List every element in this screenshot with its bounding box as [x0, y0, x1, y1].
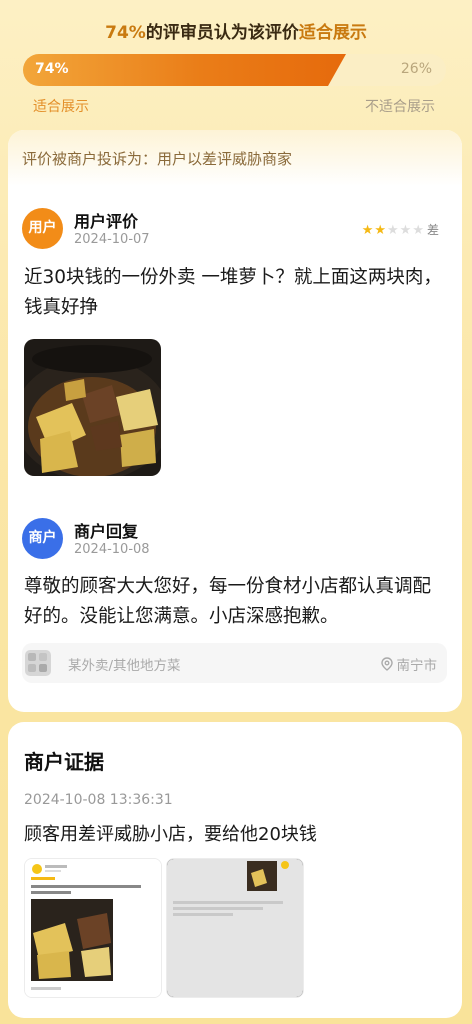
user-review-text: 近30块钱的一份外卖 一堆萝卜？就上面这两块肉，钱真好挣 — [24, 267, 442, 318]
shop-category: 某外卖/其他地方菜 — [68, 658, 181, 674]
screenshot-thumbnail-icon — [167, 859, 303, 997]
vote-right-pct: 26% — [400, 61, 432, 77]
vote-title-mid: 的评审员认为该评价 — [145, 23, 299, 43]
review-photo[interactable] — [24, 339, 161, 476]
star-icon: ★ — [399, 223, 413, 238]
star-icon: ★ — [361, 223, 375, 238]
evidence-card: 商户证据 2024-10-08 13:36:31 顾客用差评威胁小店，要给他20… — [8, 722, 462, 1018]
shop-location-text: 南宁市 — [396, 658, 438, 674]
star-icon: ★ — [387, 223, 400, 238]
shop-info-bar[interactable]: 某外卖/其他地方菜 南宁市 — [22, 643, 447, 683]
vote-left-pct: 74% — [35, 61, 69, 77]
evidence-screenshot-2[interactable] — [166, 858, 304, 998]
user-review-title: 用户评价 — [74, 212, 139, 231]
merchant-reply-title: 商户回复 — [74, 522, 139, 541]
suitable-label: 适合展示 — [33, 99, 89, 115]
vote-progress-bar: 74% 26% — [23, 54, 446, 86]
vote-title-pct: 74% — [105, 23, 146, 43]
unsuitable-label: 不适合展示 — [365, 99, 435, 115]
vote-progress-fill — [23, 54, 346, 86]
user-avatar: 用户 — [22, 208, 63, 249]
evidence-text: 顾客用差评威胁小店，要给他20块钱 — [24, 824, 317, 845]
food-photo-icon — [24, 339, 161, 476]
rating-text: 差 — [426, 223, 440, 237]
user-review-date: 2024-10-07 — [74, 232, 150, 247]
review-card: 评价被商户投诉为：用户以差评威胁商家 用户 用户评价 2024-10-07 ★★… — [8, 130, 462, 712]
shop-location: 南宁市 — [380, 654, 438, 674]
star-icon: ★ — [412, 223, 425, 238]
vote-title-end: 适合展示 — [298, 23, 367, 43]
complaint-banner: 评价被商户投诉为：用户以差评威胁商家 — [8, 130, 462, 186]
location-pin-icon — [380, 657, 393, 671]
vote-section: 74%的评审员认为该评价适合展示 74% 26% 适合展示 不适合展示 — [0, 0, 472, 125]
shop-thumbnail-icon — [25, 650, 51, 676]
evidence-time: 2024-10-08 13:36:31 — [24, 792, 173, 808]
evidence-title: 商户证据 — [24, 750, 104, 774]
star-icon: ★ — [374, 223, 388, 238]
merchant-reply-text: 尊敬的顾客大大您好，每一份食材小店都认真调配好的。没能让您满意。小店深感抱歉。 — [24, 576, 432, 627]
screenshot-thumbnail-icon — [25, 859, 161, 997]
vote-title: 74%的评审员认为该评价适合展示 — [0, 18, 472, 43]
rating-stars: ★★★★★ 差 — [362, 221, 440, 238]
merchant-reply-date: 2024-10-08 — [74, 542, 150, 557]
evidence-screenshot-1[interactable] — [24, 858, 162, 998]
merchant-avatar: 商户 — [22, 518, 63, 559]
